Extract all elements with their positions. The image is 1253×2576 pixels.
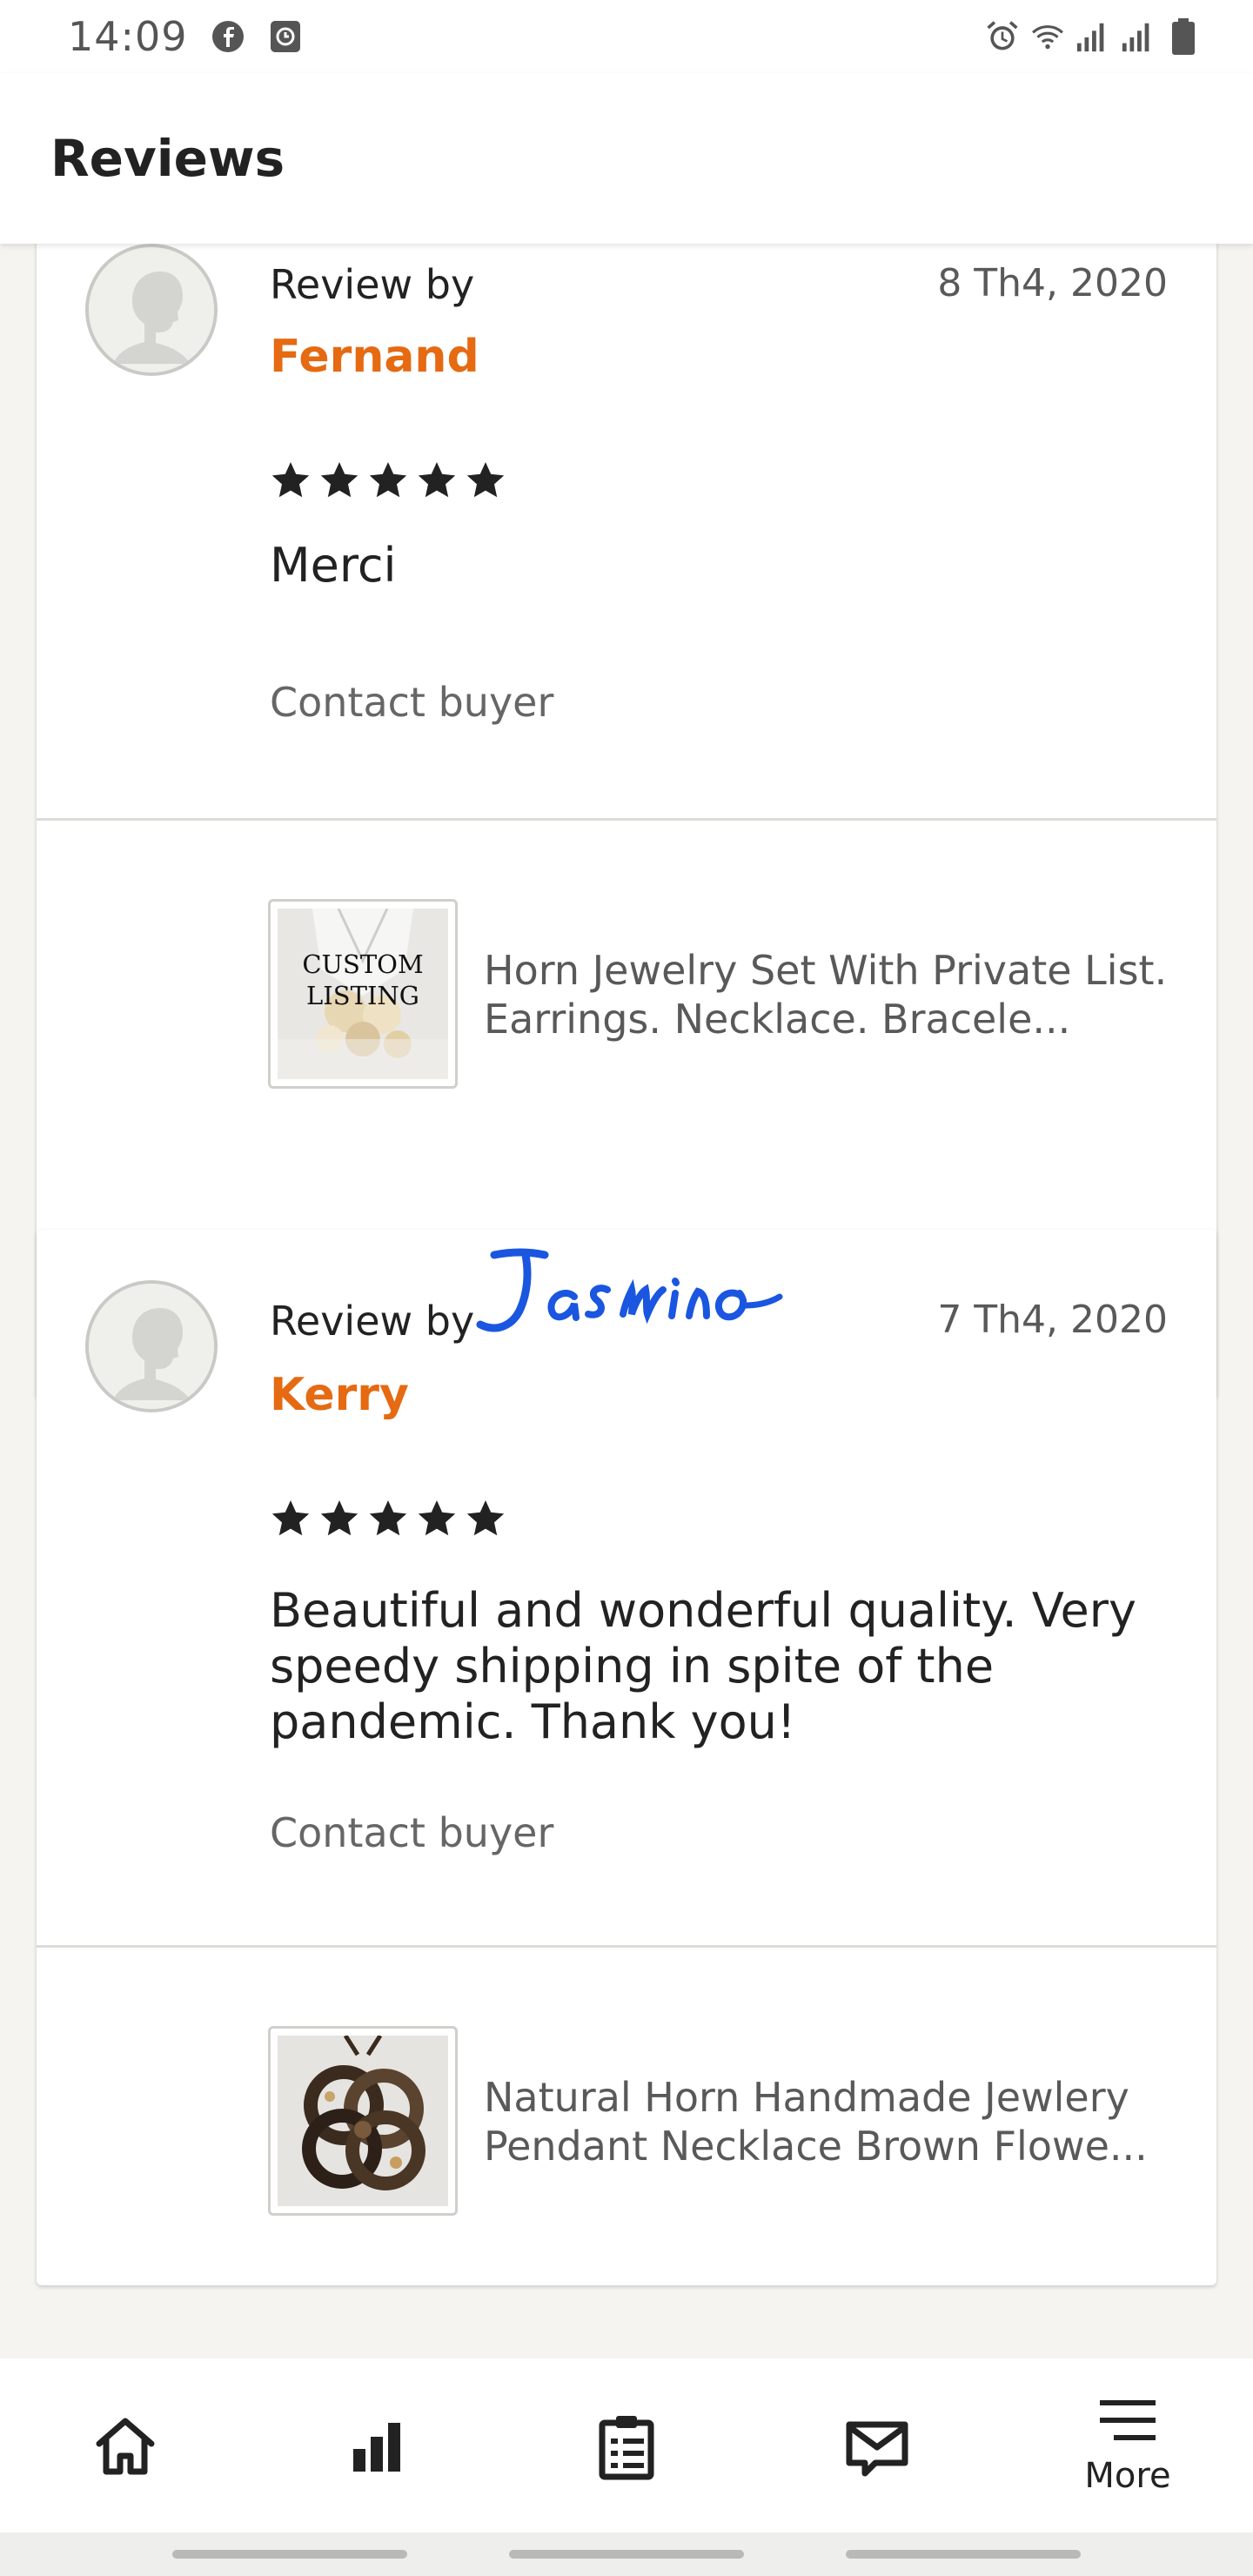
menu-icon <box>1100 2400 1156 2440</box>
avatar[interactable] <box>85 244 218 376</box>
contact-buyer-link[interactable]: Contact buyer <box>270 1809 553 1856</box>
gesture-bar <box>0 2532 1253 2576</box>
review-date: 8 Th4, 2020 <box>937 261 1168 305</box>
star-icon <box>369 1500 407 1536</box>
star-icon <box>320 1500 358 1536</box>
star-icon <box>320 462 358 498</box>
app-bar: Reviews <box>0 73 1253 244</box>
person-silhouette-icon <box>89 247 214 372</box>
person-silhouette-icon <box>89 1284 214 1409</box>
star-icon <box>466 1500 505 1536</box>
review-text: Beautiful and wonderful quality. Very sp… <box>270 1583 1136 1749</box>
review-card: Review by 8 Th4, 2020 Fernand Merci Cont… <box>37 244 1216 1399</box>
listing-row[interactable]: Natural Horn Handmade Jewlery Pendant Ne… <box>37 1948 1216 2285</box>
star-icon <box>418 462 456 498</box>
orders-icon <box>599 2416 654 2480</box>
review-text: Merci <box>270 538 397 593</box>
nav-more[interactable]: More <box>1023 2358 1232 2532</box>
nav-messages[interactable] <box>773 2358 982 2532</box>
contact-buyer-link[interactable]: Contact buyer <box>270 679 553 726</box>
status-bar: 14:09 <box>0 0 1253 73</box>
review-by-label: Review by <box>270 1298 475 1345</box>
star-icon <box>271 1500 310 1536</box>
gesture-pill[interactable] <box>508 2550 744 2559</box>
status-time: 14:09 <box>68 13 188 60</box>
signature-overlay <box>452 1236 801 1361</box>
status-left: 14:09 <box>68 13 303 60</box>
star-rating <box>270 1498 506 1540</box>
signal-icon <box>1121 19 1156 54</box>
messages-icon <box>846 2421 908 2477</box>
listing-row[interactable]: CUSTOM LISTING Horn Jewelry Set With Pri… <box>37 821 1216 1155</box>
nav-stats[interactable] <box>271 2358 480 2532</box>
star-icon <box>271 462 310 498</box>
home-icon <box>96 2418 155 2475</box>
status-right <box>985 18 1201 55</box>
nav-orders[interactable] <box>522 2358 731 2532</box>
signal-icon <box>1075 19 1110 54</box>
listing-title[interactable]: Natural Horn Handmade Jewlery Pendant Ne… <box>484 2073 1180 2170</box>
star-icon <box>466 462 505 498</box>
page-title: Reviews <box>50 129 285 188</box>
listing-image-caption: CUSTOM LISTING <box>302 949 424 1010</box>
bottom-navigation: More <box>0 2358 1253 2532</box>
listing-image: CUSTOM LISTING <box>278 909 448 1079</box>
stats-icon <box>353 2423 400 2472</box>
reviewer-name-link[interactable]: Fernand <box>270 331 479 383</box>
handwritten-signature <box>476 1248 783 1332</box>
review-body: Review by 8 Th4, 2020 Fernand Merci Cont… <box>37 244 1216 818</box>
review-date: 7 Th4, 2020 <box>937 1298 1168 1342</box>
facebook-icon <box>211 19 245 54</box>
listing-thumbnail[interactable]: CUSTOM LISTING <box>268 899 458 1089</box>
nav-home[interactable] <box>21 2358 230 2532</box>
reviewer-name-link[interactable]: Kerry <box>270 1369 409 1421</box>
gesture-pill[interactable] <box>172 2550 408 2559</box>
star-icon <box>418 1500 456 1536</box>
star-rating <box>270 460 506 501</box>
nav-more-label: More <box>1084 2456 1171 2496</box>
star-icon <box>369 462 407 498</box>
review-card: Review by 7 Th4, 2020 Kerry Beautiful an… <box>37 1230 1216 2285</box>
listing-title[interactable]: Horn Jewelry Set With Private List. Earr… <box>484 946 1180 1043</box>
listing-thumbnail[interactable] <box>268 2026 458 2216</box>
wifi-icon <box>1030 19 1065 54</box>
screen-record-icon <box>268 19 303 54</box>
listing-image <box>278 2036 448 2206</box>
avatar[interactable] <box>85 1280 218 1412</box>
review-by-label: Review by <box>270 261 475 308</box>
alarm-icon <box>985 19 1020 54</box>
gesture-pill[interactable] <box>845 2550 1081 2559</box>
battery-icon <box>1166 18 1201 55</box>
